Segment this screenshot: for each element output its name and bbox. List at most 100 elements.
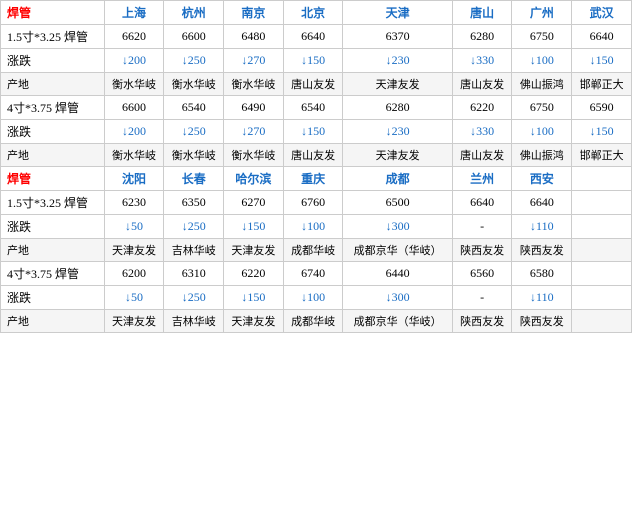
origin-sy-4: 天津友发 [104,310,164,333]
change-ts-1: ↓330 [452,49,512,73]
city-nanjing: 南京 [224,1,284,25]
price-sh-2: 6600 [104,96,164,120]
origin-row-3: 产地 天津友发 吉林华岐 天津友发 成都华岐 成都京华（华岐） 陕西友发 陕西友… [1,239,632,262]
city-tianjin: 天津 [343,1,452,25]
change-sy-3: ↓50 [104,215,164,239]
price-hz-1: 6600 [164,25,224,49]
change-gz-2: ↓100 [512,120,572,144]
change-xa-4: ↓110 [512,286,572,310]
price-wh-2: 6590 [572,96,632,120]
price-nj-2: 6490 [224,96,284,120]
origin-cc-4: 吉林华岐 [164,310,224,333]
origin-lz-3: 陕西友发 [452,239,512,262]
change-hz-2: ↓250 [164,120,224,144]
city-empty [572,167,632,191]
origin-ts-2: 唐山友发 [452,144,512,167]
product-label-2: 4寸*3.75 焊管 [1,96,105,120]
origin-bj-2: 唐山友发 [283,144,343,167]
header-label-2: 焊管 [1,167,105,191]
origin-gz-1: 佛山振鸿 [512,73,572,96]
change-lz-4: - [452,286,512,310]
price-table: 焊管 上海 杭州 南京 北京 天津 唐山 广州 武汉 1.5寸*3.25 焊管 … [0,0,632,333]
change-row-3: 涨跌 ↓50 ↓250 ↓150 ↓100 ↓300 - ↓110 [1,215,632,239]
change-cc-3: ↓250 [164,215,224,239]
origin-hb-3: 天津友发 [224,239,284,262]
city-shanghai: 上海 [104,1,164,25]
change-empty-4 [572,286,632,310]
origin-hz-1: 衡水华岐 [164,73,224,96]
origin-tj-1: 天津友发 [343,73,452,96]
price-lz-3: 6640 [452,191,512,215]
price-ts-2: 6220 [452,96,512,120]
price-sh-1: 6620 [104,25,164,49]
product-row-1: 1.5寸*3.25 焊管 6620 6600 6480 6640 6370 62… [1,25,632,49]
price-sy-4: 6200 [104,262,164,286]
origin-label-2: 产地 [1,144,105,167]
city-lanzhou: 兰州 [452,167,512,191]
product-label-4: 4寸*3.75 焊管 [1,262,105,286]
origin-tj-2: 天津友发 [343,144,452,167]
origin-lz-4: 陕西友发 [452,310,512,333]
change-hb-3: ↓150 [224,215,284,239]
price-tj-1: 6370 [343,25,452,49]
origin-label-3: 产地 [1,239,105,262]
change-lz-3: - [452,215,512,239]
city-shenyang: 沈阳 [104,167,164,191]
price-ts-1: 6280 [452,25,512,49]
change-cd-4: ↓300 [343,286,452,310]
change-label-3: 涨跌 [1,215,105,239]
product-row-4: 4寸*3.75 焊管 6200 6310 6220 6740 6440 6560… [1,262,632,286]
origin-cd-4: 成都京华（华岐） [343,310,452,333]
change-bj-1: ↓150 [283,49,343,73]
origin-xa-4: 陕西友发 [512,310,572,333]
origin-cq-4: 成都华岐 [283,310,343,333]
price-tj-2: 6280 [343,96,452,120]
price-nj-1: 6480 [224,25,284,49]
origin-cc-3: 吉林华岐 [164,239,224,262]
city-tangshan: 唐山 [452,1,512,25]
change-tj-1: ↓230 [343,49,452,73]
change-cq-4: ↓100 [283,286,343,310]
change-label-1: 涨跌 [1,49,105,73]
price-cd-4: 6440 [343,262,452,286]
change-sy-4: ↓50 [104,286,164,310]
origin-bj-1: 唐山友发 [283,73,343,96]
origin-nj-2: 衡水华岐 [224,144,284,167]
change-cq-3: ↓100 [283,215,343,239]
change-row-4: 涨跌 ↓50 ↓250 ↓150 ↓100 ↓300 - ↓110 [1,286,632,310]
price-cc-3: 6350 [164,191,224,215]
change-nj-2: ↓270 [224,120,284,144]
change-ts-2: ↓330 [452,120,512,144]
price-xa-3: 6640 [512,191,572,215]
price-hb-3: 6270 [224,191,284,215]
price-cc-4: 6310 [164,262,224,286]
change-label-2: 涨跌 [1,120,105,144]
header-row-2: 焊管 沈阳 长春 哈尔滨 重庆 成都 兰州 西安 [1,167,632,191]
change-nj-1: ↓270 [224,49,284,73]
origin-cd-3: 成都京华（华岐） [343,239,452,262]
city-guangzhou: 广州 [512,1,572,25]
origin-row-2: 产地 衡水华岐 衡水华岐 衡水华岐 唐山友发 天津友发 唐山友发 佛山振鸿 邯郸… [1,144,632,167]
change-row-1: 涨跌 ↓200 ↓250 ↓270 ↓150 ↓230 ↓330 ↓100 ↓1… [1,49,632,73]
price-cq-3: 6760 [283,191,343,215]
change-tj-2: ↓230 [343,120,452,144]
price-gz-2: 6750 [512,96,572,120]
price-cq-4: 6740 [283,262,343,286]
product-row-2: 4寸*3.75 焊管 6600 6540 6490 6540 6280 6220… [1,96,632,120]
city-wuhan: 武汉 [572,1,632,25]
origin-nj-1: 衡水华岐 [224,73,284,96]
change-row-2: 涨跌 ↓200 ↓250 ↓270 ↓150 ↓230 ↓330 ↓100 ↓1… [1,120,632,144]
change-hz-1: ↓250 [164,49,224,73]
change-wh-2: ↓150 [572,120,632,144]
change-label-4: 涨跌 [1,286,105,310]
price-empty-4 [572,262,632,286]
welded-pipe-label-2: 焊管 [7,172,31,186]
origin-sh-2: 衡水华岐 [104,144,164,167]
price-hb-4: 6220 [224,262,284,286]
price-lz-4: 6560 [452,262,512,286]
price-cd-3: 6500 [343,191,452,215]
change-bj-2: ↓150 [283,120,343,144]
header-label-1: 焊管 [1,1,105,25]
origin-cq-3: 成都华岐 [283,239,343,262]
change-cc-4: ↓250 [164,286,224,310]
